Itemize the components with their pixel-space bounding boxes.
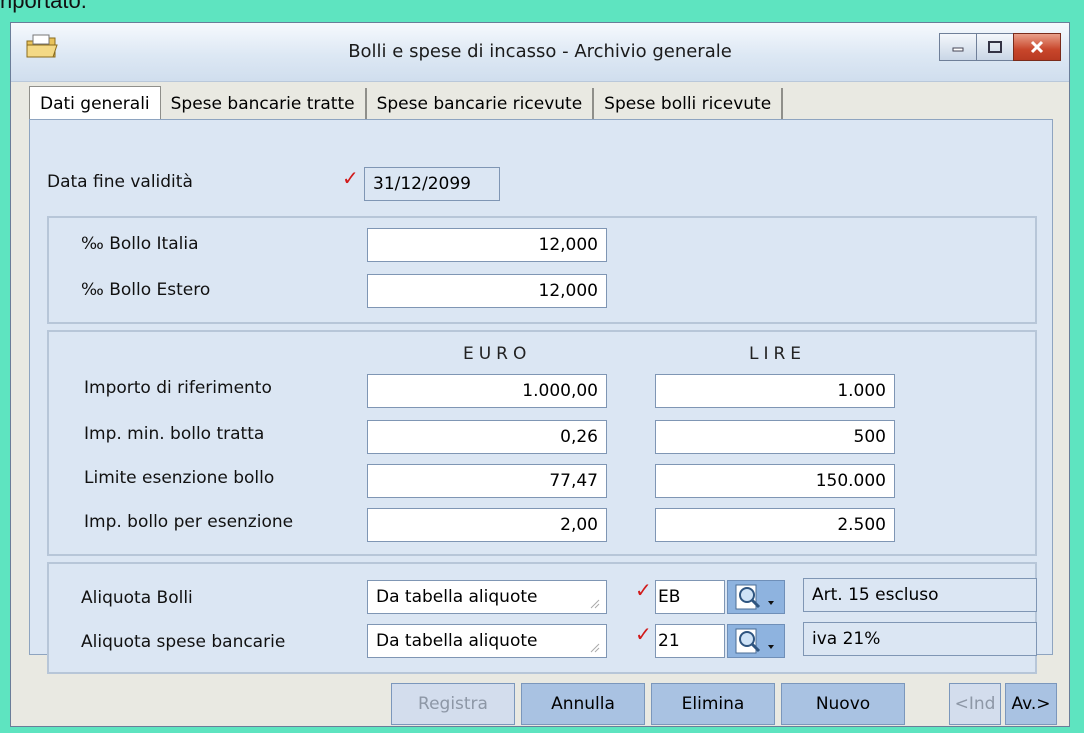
- magnifier-icon: [735, 628, 774, 654]
- importo-riferimento-euro-input[interactable]: 1.000,00: [367, 374, 607, 408]
- registra-button[interactable]: Registra: [391, 683, 515, 725]
- validity-label: Data fine validità: [47, 172, 193, 192]
- aliquota-bolli-source: Da tabella aliquote: [376, 587, 538, 607]
- minimize-button[interactable]: [939, 33, 977, 61]
- aliquota-spese-lookup-button[interactable]: [727, 624, 785, 658]
- min-bollo-tratta-lire-input[interactable]: 500: [655, 420, 895, 454]
- tab-panel-dati-generali: Data fine validità ✓ 31/12/2099 ‰ Bollo …: [29, 119, 1053, 674]
- check-icon: ✓: [635, 622, 652, 646]
- bollo-italia-label: ‰ Bollo Italia: [81, 234, 199, 254]
- check-icon: ✓: [635, 578, 652, 602]
- resize-grip-icon: [590, 643, 600, 653]
- limite-esenzione-lire-input[interactable]: 150.000: [655, 464, 895, 498]
- previous-record-button[interactable]: <Ind: [949, 683, 1001, 725]
- tab-spese-bancarie-ricevute[interactable]: Spese bancarie ricevute: [367, 88, 595, 120]
- check-icon: ✓: [342, 166, 359, 190]
- aliquota-spese-description: iva 21%: [803, 622, 1037, 656]
- min-bollo-tratta-euro-input[interactable]: 0,26: [367, 420, 607, 454]
- amount-row-label: Imp. bollo per esenzione: [84, 512, 294, 532]
- bollo-esenzione-euro-input[interactable]: 2,00: [367, 508, 607, 542]
- lire-column-header: LIRE: [749, 344, 807, 364]
- amount-row-label: Limite esenzione bollo: [84, 468, 275, 488]
- tab-bar: Dati generali Spese bancarie tratte Spes…: [29, 86, 784, 120]
- aliquota-bolli-select[interactable]: Da tabella aliquote: [367, 580, 607, 614]
- maximize-button[interactable]: [976, 33, 1014, 61]
- bollo-estero-label: ‰ Bollo Estero: [81, 280, 211, 300]
- elimina-button[interactable]: Elimina: [651, 683, 775, 725]
- maximize-icon: [988, 41, 1002, 53]
- aliquota-spese-source: Da tabella aliquote: [376, 631, 538, 651]
- button-bar: Registra Annulla Elimina Nuovo <Ind Av.>: [11, 663, 1069, 727]
- euro-column-header: EURO: [463, 344, 532, 364]
- aliquota-spese-label: Aliquota spese bancarie: [81, 632, 286, 652]
- resize-grip-icon: [590, 599, 600, 609]
- nuovo-button[interactable]: Nuovo: [781, 683, 905, 725]
- tab-dati-generali[interactable]: Dati generali: [29, 86, 161, 120]
- main-window: Bolli e spese di incasso - Archivio gene…: [10, 22, 1070, 727]
- aliquota-spese-code-input[interactable]: 21: [655, 624, 725, 658]
- annulla-button[interactable]: Annulla: [521, 683, 645, 725]
- bollo-estero-input[interactable]: 12,000: [367, 274, 607, 308]
- magnifier-icon: [735, 584, 774, 610]
- importo-riferimento-lire-input[interactable]: 1.000: [655, 374, 895, 408]
- minimize-icon: [952, 47, 964, 52]
- title-bar: Bolli e spese di incasso - Archivio gene…: [11, 23, 1069, 82]
- tab-spese-bancarie-tratte[interactable]: Spese bancarie tratte: [161, 88, 367, 120]
- close-icon: [1030, 40, 1044, 54]
- amounts-section: EURO LIRE Importo di riferimento 1.000,0…: [47, 330, 1037, 556]
- bollo-esenzione-lire-input[interactable]: 2.500: [655, 508, 895, 542]
- aliquota-bolli-lookup-button[interactable]: [727, 580, 785, 614]
- aliquota-bolli-label: Aliquota Bolli: [81, 588, 193, 608]
- amount-row-label: Imp. min. bollo tratta: [84, 424, 265, 444]
- next-record-button[interactable]: Av.>: [1005, 683, 1057, 725]
- close-button[interactable]: [1013, 33, 1061, 61]
- aliquota-bolli-code-input[interactable]: EB: [655, 580, 725, 614]
- aliquota-spese-select[interactable]: Da tabella aliquote: [367, 624, 607, 658]
- validity-date-field[interactable]: 31/12/2099: [364, 167, 500, 201]
- limite-esenzione-euro-input[interactable]: 77,47: [367, 464, 607, 498]
- stamp-rates-section: ‰ Bollo Italia 12,000 ‰ Bollo Estero 12,…: [47, 216, 1037, 324]
- aliquota-bolli-description: Art. 15 escluso: [803, 578, 1037, 612]
- amount-row-label: Importo di riferimento: [84, 378, 272, 398]
- rates-section: Aliquota Bolli Da tabella aliquote ✓ EB …: [47, 562, 1037, 674]
- tab-spese-bolli-ricevute[interactable]: Spese bolli ricevute: [594, 88, 784, 120]
- bollo-italia-input[interactable]: 12,000: [367, 228, 607, 262]
- window-title: Bolli e spese di incasso - Archivio gene…: [348, 41, 732, 62]
- top-text-fragment: riportato.: [0, 0, 87, 13]
